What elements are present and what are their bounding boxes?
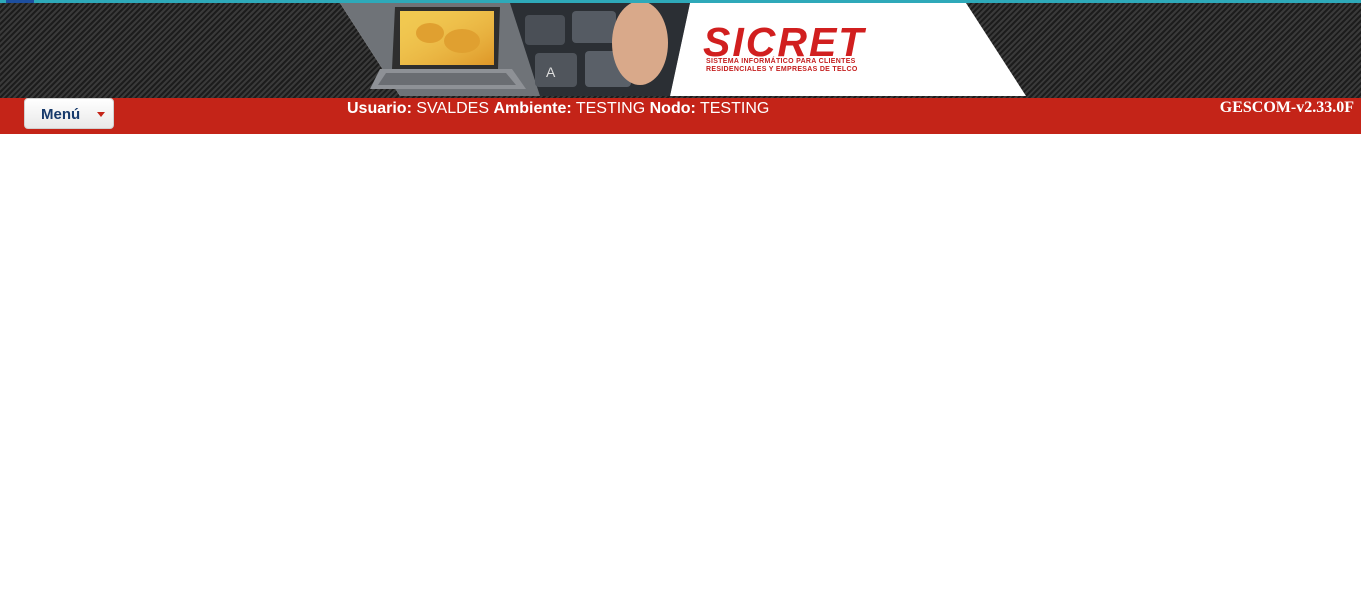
menu-button-label: Menú bbox=[41, 106, 81, 123]
ambiente-value: TESTING bbox=[575, 100, 646, 117]
menu-button[interactable]: Menú bbox=[24, 98, 114, 129]
logo-title: SICRET bbox=[703, 19, 866, 65]
logo-subtitle-line2: RESIDENCIALES Y EMPRESAS DE TELCO bbox=[706, 66, 858, 73]
usuario-label: Usuario: bbox=[347, 100, 412, 117]
svg-text:A: A bbox=[546, 64, 556, 80]
logo-subtitle-line1: SISTEMA INFORMÁTICO PARA CLIENTES bbox=[706, 58, 856, 65]
ambiente-label: Ambiente: bbox=[493, 100, 572, 117]
logo-subtitle: SISTEMA INFORMÁTICO PARA CLIENTES RESIDE… bbox=[706, 58, 946, 74]
banner-logo-image: A bbox=[340, 3, 1026, 96]
version-label: GESCOM-v2.33.0F bbox=[1219, 99, 1354, 116]
nodo-label: Nodo: bbox=[649, 100, 696, 117]
usuario-value: SVALDES bbox=[416, 100, 489, 117]
caret-down-icon bbox=[97, 112, 105, 117]
nodo-value: TESTING bbox=[699, 100, 770, 117]
session-info: Usuario: SVALDES Ambiente: TESTING Nodo:… bbox=[347, 100, 769, 118]
